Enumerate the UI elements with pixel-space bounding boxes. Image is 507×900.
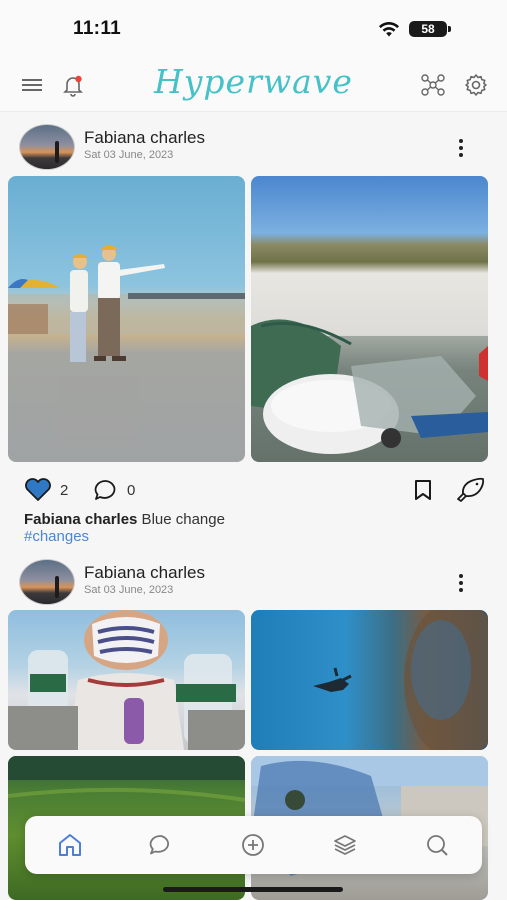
comment-icon bbox=[94, 480, 116, 500]
battery-indicator: 58 bbox=[409, 21, 451, 37]
bottom-nav bbox=[25, 816, 482, 874]
settings-icon[interactable] bbox=[463, 72, 489, 98]
post-photo-beach-men[interactable] bbox=[8, 176, 245, 462]
comment-button[interactable]: 0 bbox=[93, 476, 135, 504]
more-options-icon[interactable] bbox=[451, 136, 471, 160]
app-header: Hyperwave bbox=[0, 56, 507, 112]
post-photo-beach-trash[interactable] bbox=[251, 176, 488, 462]
search-icon[interactable] bbox=[423, 831, 451, 859]
avatar[interactable] bbox=[19, 124, 75, 170]
bookmark-button[interactable] bbox=[412, 476, 434, 504]
like-button[interactable]: 2 bbox=[24, 476, 68, 504]
more-options-icon[interactable] bbox=[451, 571, 471, 595]
hashtag-link[interactable]: #changes bbox=[24, 528, 89, 545]
home-icon[interactable] bbox=[56, 831, 84, 859]
author-name[interactable]: Fabiana charles bbox=[84, 128, 205, 148]
post-date: Sat 03 June, 2023 bbox=[84, 584, 174, 596]
add-icon[interactable] bbox=[239, 831, 267, 859]
post-actions: 2 0 bbox=[0, 476, 507, 506]
bookmark-icon bbox=[415, 480, 431, 500]
status-bar: 11:11 58 bbox=[0, 0, 507, 56]
chat-icon[interactable] bbox=[147, 831, 175, 859]
post-caption: Fabiana charles Blue change bbox=[24, 511, 225, 528]
author-name[interactable]: Fabiana charles bbox=[84, 563, 205, 583]
share-button[interactable] bbox=[455, 476, 485, 504]
post-header: Fabiana charles Sat 03 June, 2023 bbox=[0, 559, 507, 611]
avatar[interactable] bbox=[19, 559, 75, 605]
heart-icon bbox=[25, 478, 51, 501]
layers-icon[interactable] bbox=[331, 831, 359, 859]
status-time: 11:11 bbox=[73, 18, 121, 39]
home-indicator bbox=[163, 887, 343, 892]
network-icon[interactable] bbox=[420, 72, 446, 98]
wifi-icon bbox=[379, 21, 399, 37]
comment-count: 0 bbox=[127, 481, 136, 499]
caption-text: Blue change bbox=[137, 511, 225, 528]
post-photo-mask[interactable] bbox=[8, 610, 245, 750]
post-date: Sat 03 June, 2023 bbox=[84, 149, 174, 161]
like-count: 2 bbox=[60, 481, 69, 499]
fish-icon bbox=[457, 477, 485, 502]
caption-author[interactable]: Fabiana charles bbox=[24, 511, 137, 528]
post-photo-diver[interactable] bbox=[251, 610, 488, 750]
post-header: Fabiana charles Sat 03 June, 2023 bbox=[0, 124, 507, 176]
